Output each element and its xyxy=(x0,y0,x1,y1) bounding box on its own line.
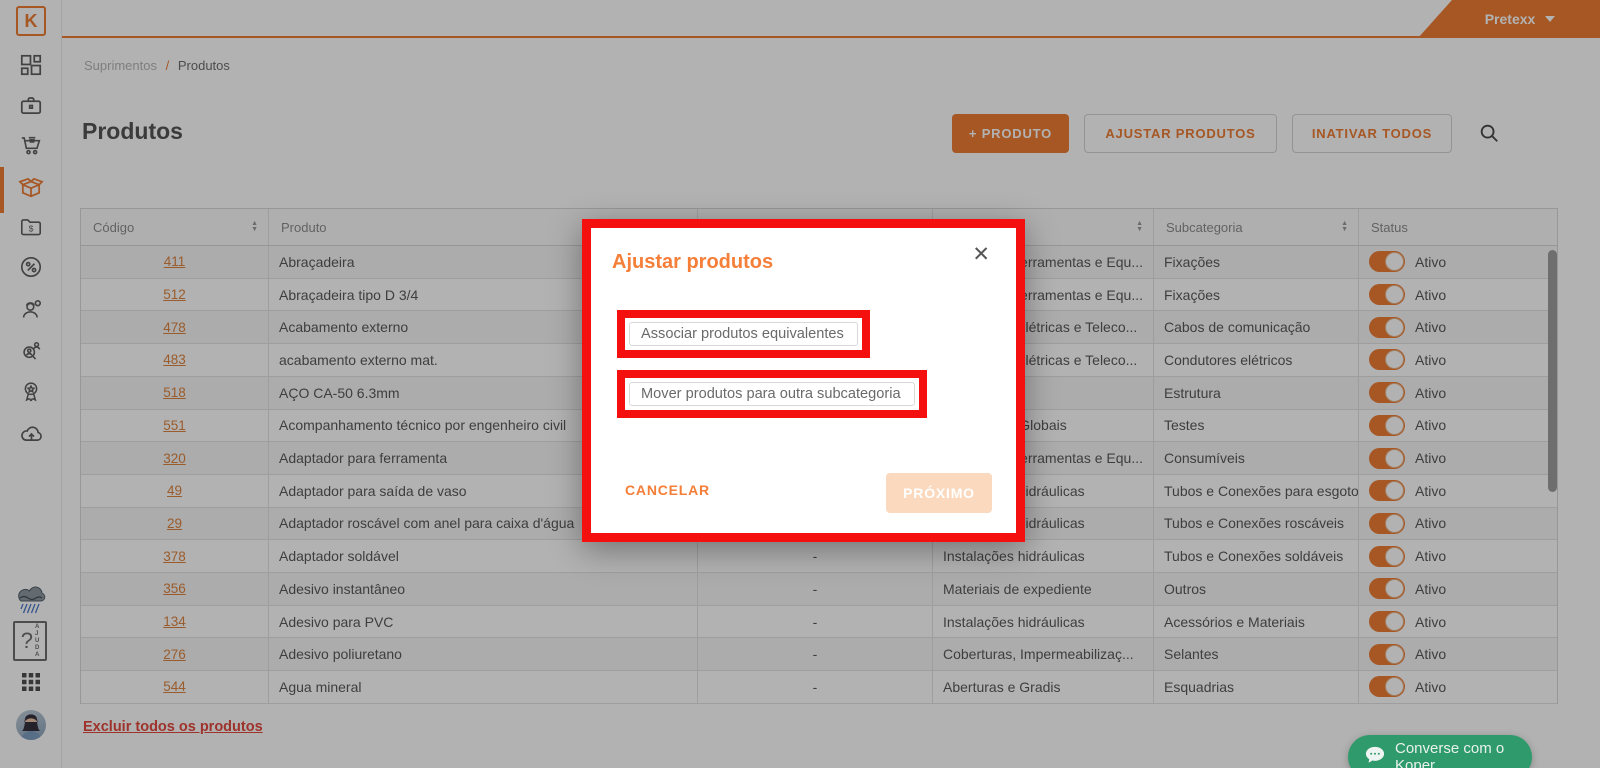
annotation-box: Associar produtos equivalentes xyxy=(617,310,870,358)
option-associate-equivalents[interactable]: Associar produtos equivalentes xyxy=(629,322,858,346)
cancel-button[interactable]: CANCELAR xyxy=(625,482,710,498)
modal-title: Ajustar produtos xyxy=(612,251,773,274)
close-icon[interactable]: ✕ xyxy=(972,244,990,265)
annotation-box: Mover produtos para outra subcategoria xyxy=(617,370,927,418)
chat-widget-button[interactable]: Converse com o Koper xyxy=(1348,735,1532,768)
chat-widget-label: Converse com o Koper xyxy=(1395,740,1532,768)
next-button[interactable]: PRÓXIMO xyxy=(886,473,992,513)
option-move-subcategory[interactable]: Mover produtos para outra subcategoria xyxy=(629,382,915,406)
products-page: { "topbar": { "tenant_name": "Pretexx" }… xyxy=(0,0,1600,768)
chat-bubble-icon xyxy=(1364,745,1386,768)
adjust-products-modal: Ajustar produtos ✕ Associar produtos equ… xyxy=(582,219,1025,542)
